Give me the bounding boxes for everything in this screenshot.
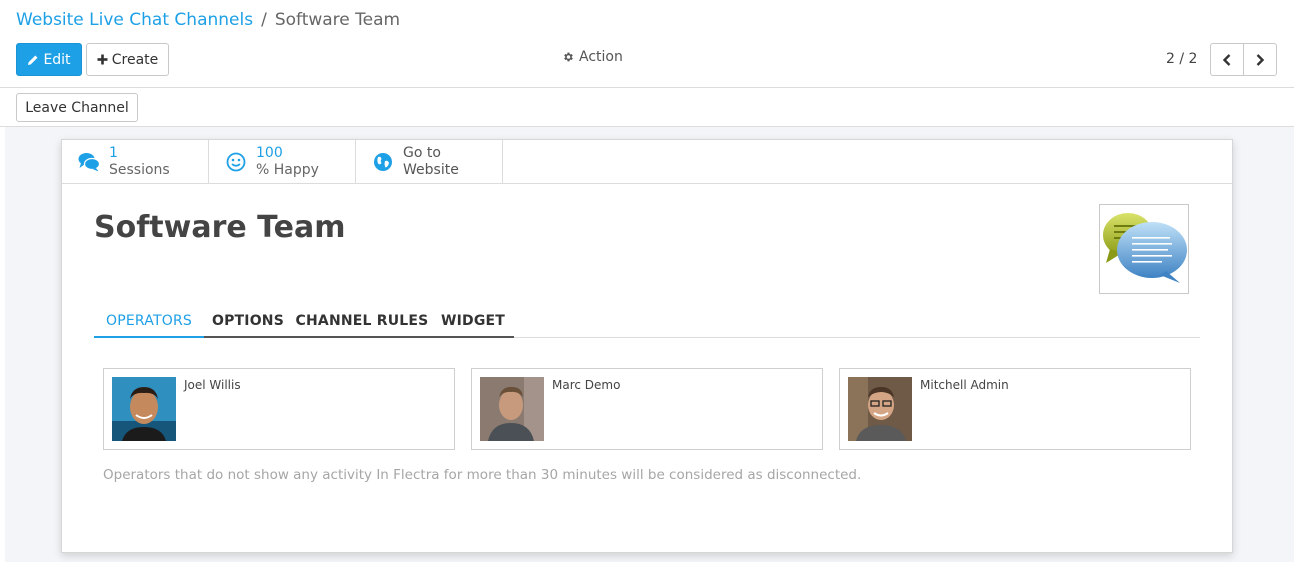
operator-name: Joel Willis <box>184 378 241 392</box>
plus-icon <box>97 54 108 65</box>
tab-widget[interactable]: WIDGET <box>432 305 514 338</box>
chevron-left-icon <box>1222 53 1231 66</box>
gear-icon <box>564 52 573 62</box>
operator-card[interactable]: Joel Willis <box>103 368 455 450</box>
operator-card[interactable]: Marc Demo <box>471 368 823 450</box>
smile-icon <box>225 151 247 173</box>
form-sheet: 1 Sessions 100 % Happy Go to Website Sof… <box>61 139 1233 553</box>
operator-name: Mitchell Admin <box>920 378 1009 392</box>
leave-channel-label: Leave Channel <box>25 99 129 116</box>
action-menu[interactable]: Action <box>562 49 623 65</box>
action-menu-label: Action <box>579 49 623 65</box>
globe-icon <box>372 151 394 173</box>
sessions-stat-button[interactable]: 1 Sessions <box>62 140 208 184</box>
channel-name: Software Team <box>94 210 346 245</box>
breadcrumb-current: Software Team <box>274 10 401 30</box>
operator-photo <box>112 377 176 441</box>
avatar <box>480 377 544 441</box>
operator-name: Marc Demo <box>552 378 621 392</box>
smart-button-box: 1 Sessions 100 % Happy Go to Website <box>62 140 1232 184</box>
go-to-website-button[interactable]: Go to Website <box>356 140 502 184</box>
pencil-icon <box>28 55 38 65</box>
pager-value[interactable]: 2 / 2 <box>1166 51 1197 67</box>
sessions-count: 1 <box>109 145 118 161</box>
tab-operators[interactable]: OPERATORS <box>94 305 204 338</box>
avatar <box>848 377 912 441</box>
operator-photo <box>480 377 544 441</box>
leave-channel-button[interactable]: Leave Channel <box>16 93 138 122</box>
comments-icon <box>78 151 100 173</box>
create-button[interactable]: Create <box>86 43 169 76</box>
notebook-tabs: OPERATORS OPTIONS CHANNEL RULES WIDGET <box>94 305 1200 338</box>
create-button-label: Create <box>111 51 159 68</box>
happy-label: % Happy <box>256 162 319 178</box>
pager-previous-button[interactable] <box>1210 43 1244 76</box>
tab-channel-rules[interactable]: CHANNEL RULES <box>292 305 432 338</box>
channel-image[interactable] <box>1099 204 1189 294</box>
breadcrumb-separator: / <box>261 10 267 30</box>
edit-button-label: Edit <box>43 51 71 68</box>
operator-card[interactable]: Mitchell Admin <box>839 368 1191 450</box>
operators-help-text: Operators that do not show any activity … <box>103 467 862 483</box>
tab-options[interactable]: OPTIONS <box>204 305 292 338</box>
statusbar: Leave Channel <box>0 88 1294 127</box>
website-label-line2: Website <box>403 162 459 178</box>
breadcrumb: Website Live Chat Channels / Software Team <box>16 10 400 30</box>
avatar <box>112 377 176 441</box>
chat-bubbles-icon <box>1103 213 1187 283</box>
operator-photo <box>848 377 912 441</box>
happy-stat-button[interactable]: 100 % Happy <box>209 140 355 184</box>
control-panel: Website Live Chat Channels / Software Team… <box>0 0 1294 88</box>
happy-percentage: 100 <box>256 145 283 161</box>
stat-divider <box>502 140 503 184</box>
pager-next-button[interactable] <box>1243 43 1277 76</box>
breadcrumb-parent-link[interactable]: Website Live Chat Channels <box>16 10 253 30</box>
edit-button[interactable]: Edit <box>16 43 82 76</box>
sessions-label: Sessions <box>109 162 170 178</box>
chevron-right-icon <box>1256 53 1265 66</box>
website-label-line1: Go to <box>403 145 441 161</box>
